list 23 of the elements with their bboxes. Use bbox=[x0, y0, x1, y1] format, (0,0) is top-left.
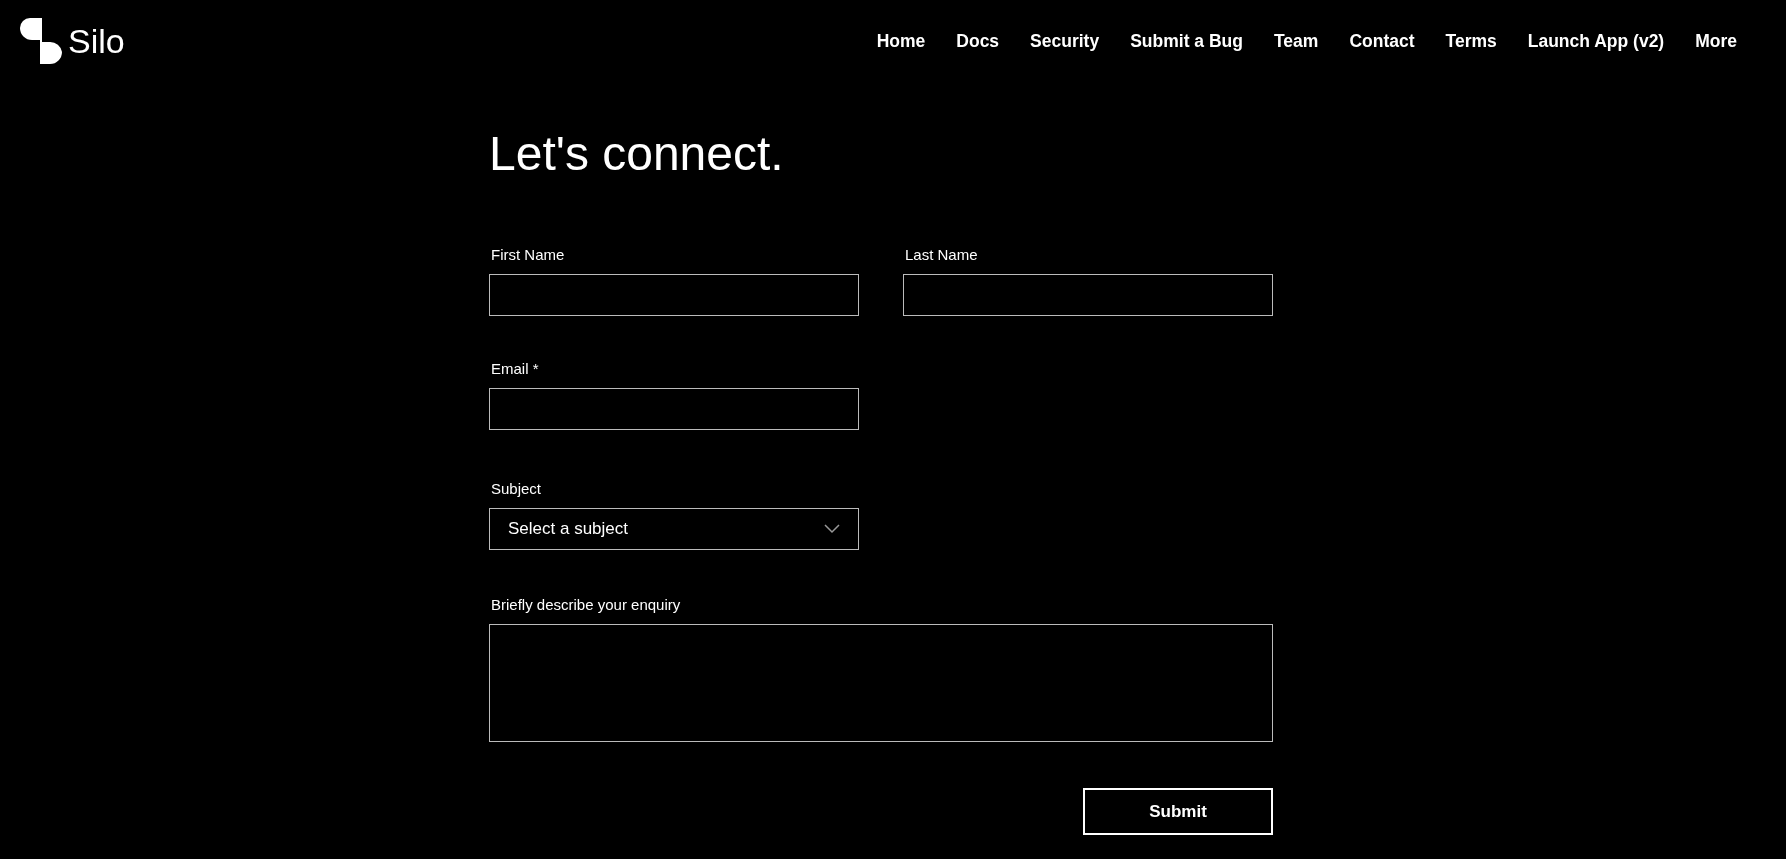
logo-text[interactable]: Silo bbox=[68, 21, 125, 61]
logo-icon bbox=[20, 18, 62, 64]
nav-link[interactable]: Docs bbox=[956, 30, 1000, 52]
nav-link[interactable]: Team bbox=[1273, 30, 1319, 52]
input-field[interactable] bbox=[489, 274, 859, 316]
field-label: Subject bbox=[491, 480, 543, 498]
input-field[interactable] bbox=[903, 274, 1273, 316]
page-title: Let's connect. bbox=[489, 126, 785, 182]
nav-link[interactable]: Terms bbox=[1445, 30, 1497, 52]
nav-link[interactable]: Submit a Bug bbox=[1130, 30, 1243, 52]
nav-link[interactable]: More bbox=[1695, 30, 1737, 52]
nav-link[interactable]: Home bbox=[876, 30, 926, 52]
caret-icon bbox=[824, 524, 840, 534]
field-label: Briefly describe your enquiry bbox=[491, 596, 682, 614]
field-label: First Name bbox=[491, 246, 566, 264]
subject-dropdown[interactable]: Select a subject bbox=[489, 508, 859, 550]
nav-link[interactable]: Launch App (v2) bbox=[1527, 30, 1665, 52]
nav-link[interactable]: Contact bbox=[1349, 30, 1415, 52]
input-field[interactable] bbox=[489, 388, 859, 430]
nav-link[interactable]: Security bbox=[1030, 30, 1100, 52]
field-label: Last Name bbox=[905, 246, 979, 264]
field-label: Email * bbox=[491, 360, 540, 378]
submit-button[interactable]: Submit bbox=[1083, 788, 1273, 835]
